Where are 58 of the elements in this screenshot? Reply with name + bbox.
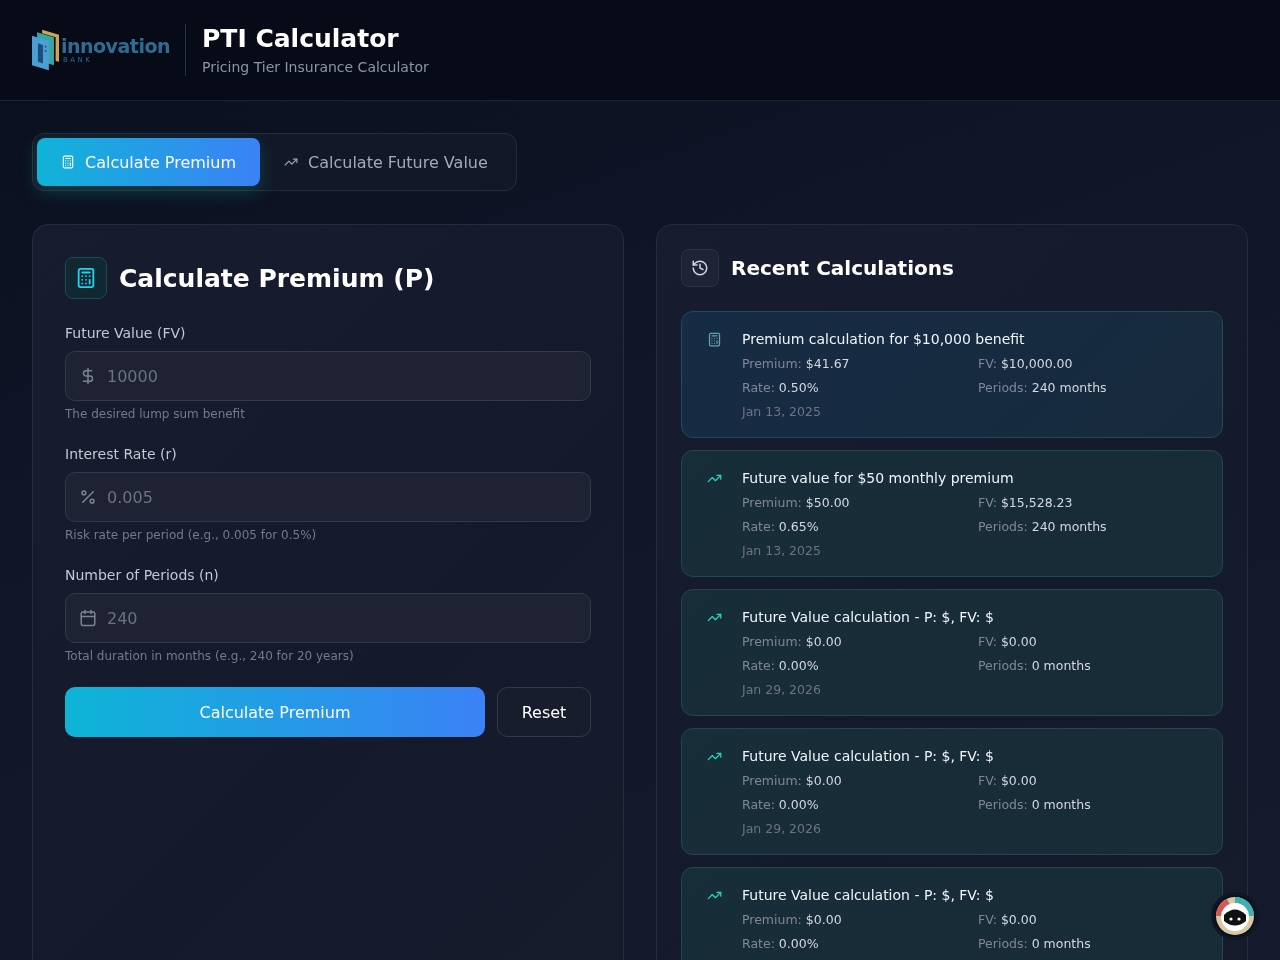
field-hint: Total duration in months (e.g., 240 for 20 years) xyxy=(65,648,355,664)
assistant-button[interactable] xyxy=(1214,895,1256,937)
calculation-title: Future value for $50 monthly premium xyxy=(742,469,1015,488)
calculator-icon xyxy=(65,257,107,299)
calculation-detail: Rate: 0.00% xyxy=(742,935,820,953)
calculation-date: Jan 13, 2025 xyxy=(742,403,822,421)
calculation-detail: Premium: $0.00 xyxy=(742,911,843,929)
calculation-detail: Periods: 240 months xyxy=(978,379,1108,397)
calculation-detail: Premium: $41.67 xyxy=(742,355,851,373)
mode-tab[interactable]: Calculate Future Value xyxy=(260,138,512,186)
input-field[interactable]: 240 xyxy=(65,593,591,643)
app-subtitle: Pricing Tier Insurance Calculator xyxy=(202,58,429,76)
field-hint: The desired lump sum benefit xyxy=(65,406,246,422)
calculation-detail: Rate: 0.00% xyxy=(742,657,820,675)
calculator-icon xyxy=(61,155,75,169)
calculation-title: Future Value calculation - P: $, FV: $ xyxy=(742,886,995,905)
calculation-detail: FV: $15,528.23 xyxy=(978,494,1074,512)
input-field[interactable]: 10000 xyxy=(65,351,591,401)
app-title: PTI Calculator xyxy=(202,24,400,54)
history-icon xyxy=(681,249,719,287)
calculation-title: Future Value calculation - P: $, FV: $ xyxy=(742,747,995,766)
calculation-detail: Premium: $50.00 xyxy=(742,494,851,512)
calculation-card[interactable]: Premium calculation for $10,000 benefit Premium: $41.67 FV: $10,000.00 Rate: 0.50% Periods: 240 months Jan 13, 2025 xyxy=(681,311,1223,438)
calculation-detail: Periods: 0 months xyxy=(978,935,1092,953)
calculation-detail: Rate: 0.00% xyxy=(742,796,820,814)
calendar-icon xyxy=(79,609,97,627)
field-label: Interest Rate (r) xyxy=(65,445,178,464)
input-field[interactable]: 0.005 xyxy=(65,472,591,522)
field-label: Number of Periods (n) xyxy=(65,566,220,585)
calculator-icon xyxy=(706,331,722,347)
percent-icon xyxy=(79,488,97,506)
calculation-date: Jan 13, 2025 xyxy=(742,542,822,560)
calculation-detail: FV: $0.00 xyxy=(978,633,1038,651)
calculation-card[interactable]: Future Value calculation - P: $, FV: $ Premium: $0.00 FV: $0.00 Rate: 0.00% Periods: 0 months xyxy=(681,867,1223,960)
calculation-detail: Premium: $0.00 xyxy=(742,772,843,790)
panel-title: Recent Calculations xyxy=(731,256,954,280)
field-label: Future Value (FV) xyxy=(65,324,187,343)
calculation-title: Premium calculation for $10,000 benefit xyxy=(742,330,1026,349)
calculation-date: Jan 29, 2026 xyxy=(742,681,822,699)
calculation-detail: FV: $10,000.00 xyxy=(978,355,1074,373)
logo-wordmark: innovation xyxy=(61,36,170,56)
mascot-icon xyxy=(1215,896,1255,936)
calculation-card[interactable]: Future Value calculation - P: $, FV: $ Premium: $0.00 FV: $0.00 Rate: 0.00% Periods: 0 months Jan 29, 2026 xyxy=(681,728,1223,855)
calculation-detail: Rate: 0.50% xyxy=(742,379,820,397)
calculation-detail: Periods: 0 months xyxy=(978,796,1092,814)
reset-button[interactable]: Reset xyxy=(497,687,591,737)
calculation-date: Jan 29, 2026 xyxy=(742,820,822,838)
calculation-detail: Periods: 0 months xyxy=(978,657,1092,675)
calculation-detail: FV: $0.00 xyxy=(978,772,1038,790)
calculation-detail: Rate: 0.65% xyxy=(742,518,820,536)
field-hint: Risk rate per period (e.g., 0.005 for 0.5%) xyxy=(65,527,318,543)
panel-title: Calculate Premium (P) xyxy=(119,263,435,293)
calculation-title: Future Value calculation - P: $, FV: $ xyxy=(742,608,995,627)
calculation-card[interactable]: Future Value calculation - P: $, FV: $ Premium: $0.00 FV: $0.00 Rate: 0.00% Periods: 0 months Jan 29, 2026 xyxy=(681,589,1223,716)
calculation-detail: Periods: 240 months xyxy=(978,518,1108,536)
calculation-detail: Premium: $0.00 xyxy=(742,633,843,651)
calculation-card[interactable]: Future value for $50 monthly premium Premium: $50.00 FV: $15,528.23 Rate: 0.65% Periods: 240 months Jan 13, 2025 xyxy=(681,450,1223,577)
calculation-detail: FV: $0.00 xyxy=(978,911,1038,929)
